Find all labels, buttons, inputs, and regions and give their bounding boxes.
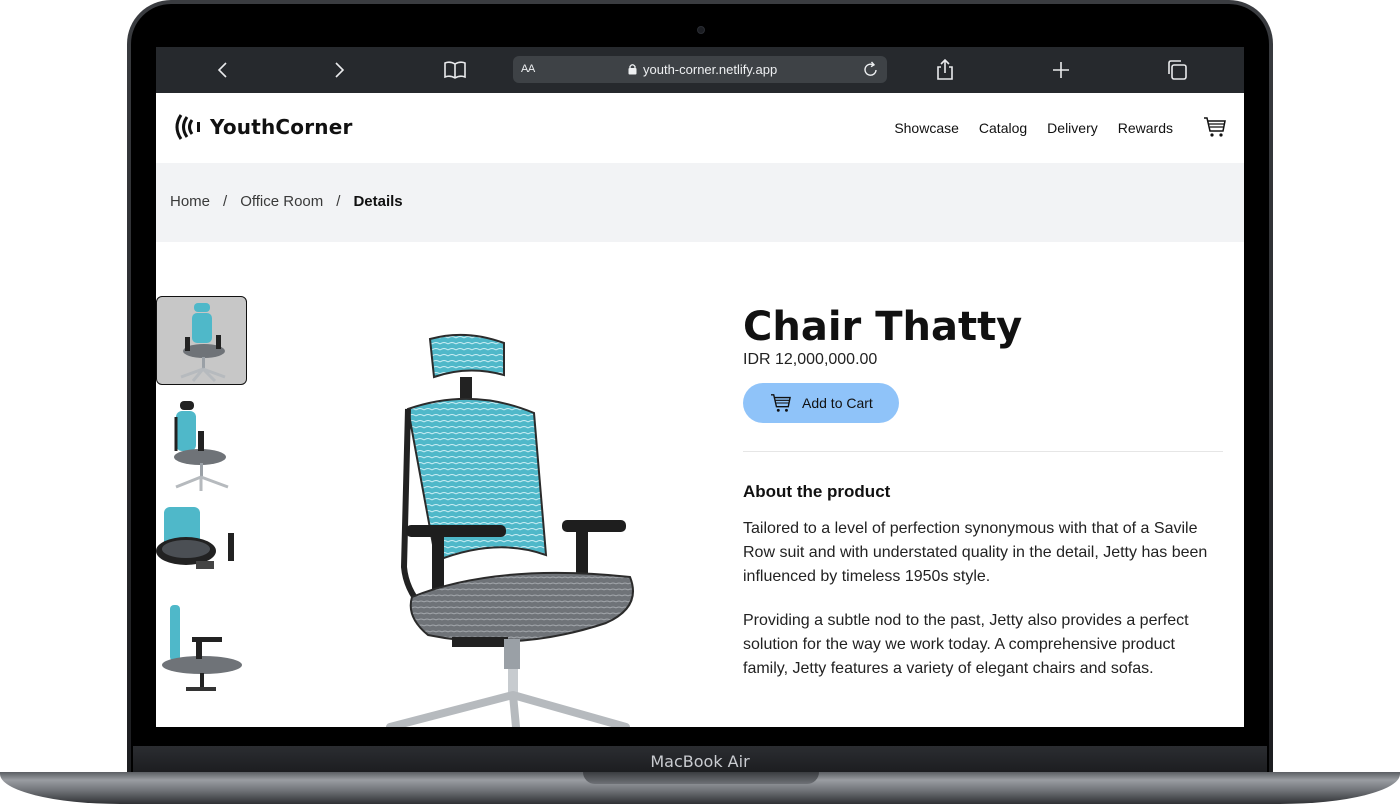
breadcrumb-separator: / bbox=[336, 193, 341, 210]
plus-icon bbox=[1053, 62, 1069, 78]
device-label: MacBook Air bbox=[650, 752, 750, 771]
product-title: Chair Thatty bbox=[743, 304, 1023, 350]
thumbnail-2[interactable] bbox=[156, 397, 247, 492]
divider bbox=[743, 451, 1223, 452]
chevron-right-icon bbox=[335, 62, 345, 78]
reload-icon[interactable] bbox=[863, 61, 879, 78]
text-size-button[interactable]: AA bbox=[521, 63, 535, 75]
nav-delivery[interactable]: Delivery bbox=[1047, 120, 1098, 136]
share-icon bbox=[937, 59, 953, 80]
book-icon bbox=[444, 61, 466, 79]
nav-catalog[interactable]: Catalog bbox=[979, 120, 1027, 136]
add-to-cart-button[interactable]: Add to Cart bbox=[743, 383, 899, 423]
chair-thumbnail-image bbox=[174, 401, 229, 491]
new-tab-button[interactable] bbox=[1048, 58, 1074, 82]
url-text: youth-corner.netlify.app bbox=[643, 62, 778, 77]
chair-thumbnail-image bbox=[162, 605, 242, 691]
chevron-left-icon bbox=[217, 62, 227, 78]
breadcrumb-office-room[interactable]: Office Room bbox=[240, 193, 323, 210]
screen: AA youth-corner.netlify.app YouthCorner … bbox=[156, 47, 1244, 727]
forward-button[interactable] bbox=[326, 58, 352, 82]
main-nav: Showcase Catalog Delivery Rewards bbox=[894, 120, 1173, 136]
share-button[interactable] bbox=[932, 58, 958, 82]
thumbnail-4[interactable] bbox=[156, 603, 247, 699]
bookmarks-button[interactable] bbox=[442, 58, 468, 82]
breadcrumb-current: Details bbox=[353, 193, 403, 210]
nav-rewards[interactable]: Rewards bbox=[1118, 120, 1173, 136]
tabs-button[interactable] bbox=[1164, 58, 1190, 82]
breadcrumb: Home / Office Room / Details bbox=[170, 193, 403, 210]
back-button[interactable] bbox=[210, 58, 236, 82]
browser-toolbar: AA youth-corner.netlify.app bbox=[156, 47, 1244, 93]
chair-thumbnail-image bbox=[180, 303, 226, 383]
laptop-notch bbox=[583, 772, 819, 784]
camera-icon bbox=[697, 26, 705, 34]
product-details: Chair Thatty IDR 12,000,000.00 Add to Ca… bbox=[743, 303, 1223, 681]
add-to-cart-label: Add to Cart bbox=[802, 395, 873, 411]
nav-showcase[interactable]: Showcase bbox=[894, 120, 959, 136]
chair-thumbnail-image bbox=[156, 507, 234, 569]
description-paragraph: Providing a subtle nod to the past, Jett… bbox=[743, 612, 1189, 677]
lock-icon bbox=[628, 64, 637, 75]
cart-icon[interactable] bbox=[1203, 116, 1227, 138]
brand-name: YouthCorner bbox=[210, 115, 353, 139]
product-price: IDR 12,000,000.00 bbox=[743, 351, 878, 368]
breadcrumb-separator: / bbox=[223, 193, 228, 210]
thumbnail-3[interactable] bbox=[156, 505, 247, 585]
description-paragraph: Tailored to a level of perfection synony… bbox=[743, 520, 1208, 585]
about-title: About the product bbox=[743, 482, 891, 501]
brand-logo[interactable]: YouthCorner bbox=[172, 112, 353, 142]
tabs-icon bbox=[1168, 60, 1187, 80]
thumbnail-1[interactable] bbox=[156, 296, 247, 385]
breadcrumb-bar: Home / Office Room / Details bbox=[156, 163, 1244, 242]
logo-mark-icon bbox=[175, 114, 200, 140]
breadcrumb-home[interactable]: Home bbox=[170, 193, 210, 210]
product-main-image bbox=[386, 333, 634, 727]
site-header: YouthCorner Showcase Catalog Delivery Re… bbox=[156, 93, 1244, 163]
address-bar[interactable]: AA youth-corner.netlify.app bbox=[513, 56, 887, 83]
cart-icon bbox=[771, 394, 791, 412]
